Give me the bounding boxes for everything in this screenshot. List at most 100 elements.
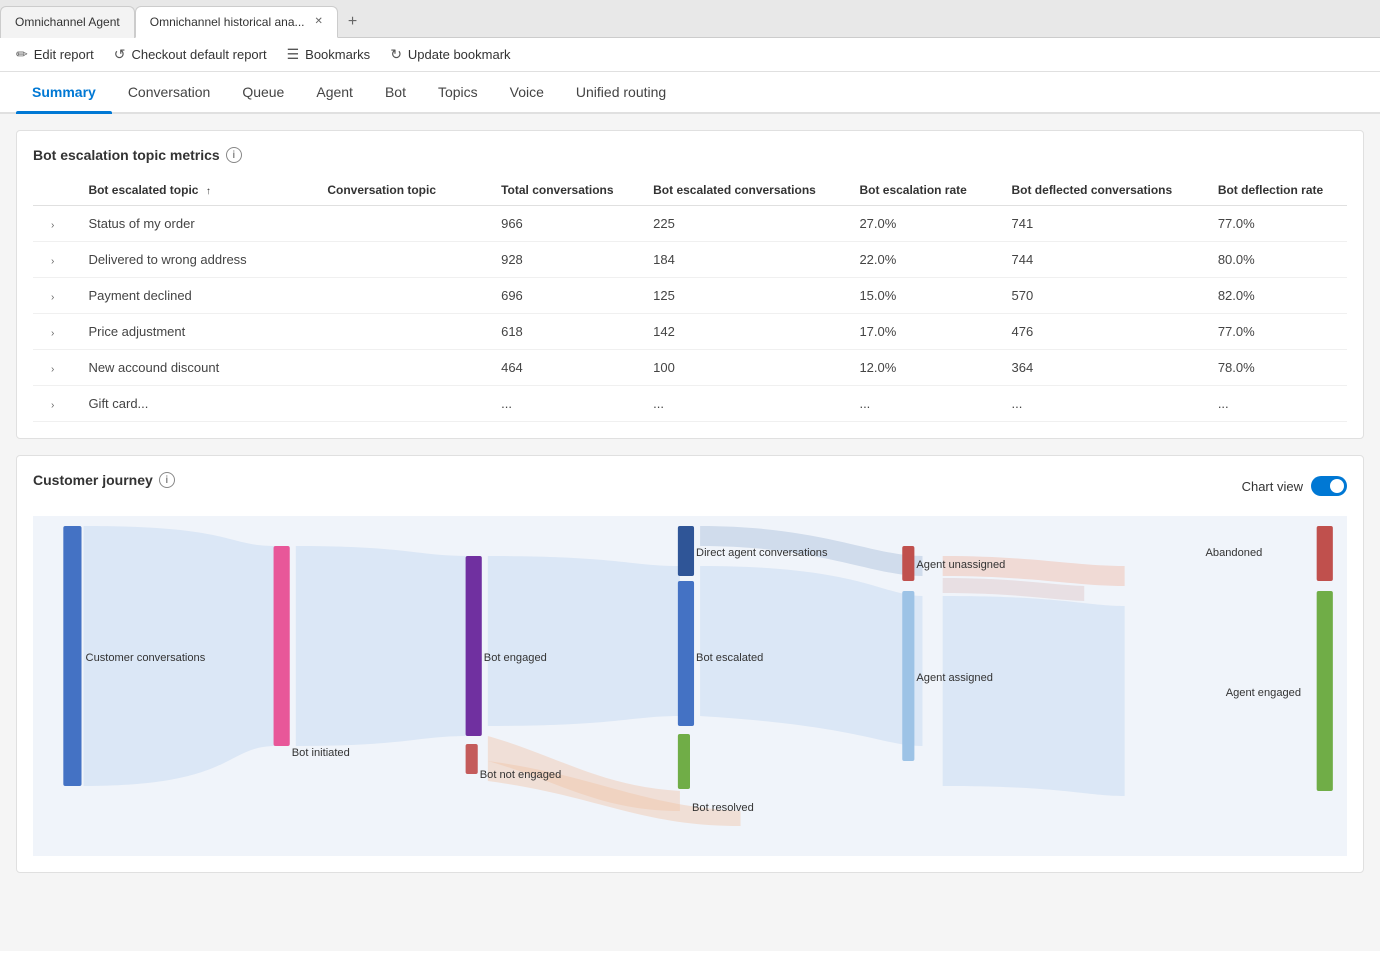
update-label: Update bookmark: [408, 47, 511, 62]
sankey-svg: Customer conversations Bot initiated Bot…: [33, 516, 1347, 856]
svg-text:Bot escalated: Bot escalated: [696, 652, 763, 664]
cell-total: 928: [489, 242, 641, 278]
tab-conversation[interactable]: Conversation: [112, 72, 227, 112]
bot-escalation-title: Bot escalation topic metrics i: [33, 147, 1347, 163]
bookmarks-label: Bookmarks: [305, 47, 370, 62]
cell-total: ...: [489, 386, 641, 422]
tab-omnichannel-agent[interactable]: Omnichannel Agent: [0, 6, 135, 38]
expand-icon[interactable]: ›: [45, 326, 60, 341]
svg-text:Bot engaged: Bot engaged: [484, 652, 547, 664]
col-header-deflected[interactable]: Bot deflected conversations: [999, 175, 1205, 206]
new-tab-button[interactable]: +: [338, 9, 367, 35]
tab-summary[interactable]: Summary: [16, 72, 112, 112]
update-bookmark-button[interactable]: ↻ Update bookmark: [390, 46, 510, 63]
svg-text:Direct agent conversations: Direct agent conversations: [696, 547, 828, 559]
svg-text:Bot not engaged: Bot not engaged: [480, 769, 562, 781]
cell-deflected: ...: [999, 386, 1205, 422]
tab-bot[interactable]: Bot: [369, 72, 422, 112]
bot-escalation-table: Bot escalated topic ↑ Conversation topic…: [33, 175, 1347, 422]
col-header-expand: [33, 175, 76, 206]
cell-defl-rate: 77.0%: [1206, 314, 1347, 350]
svg-text:Agent engaged: Agent engaged: [1226, 687, 1301, 699]
cell-deflected: 364: [999, 350, 1205, 386]
tab-queue[interactable]: Queue: [226, 72, 300, 112]
cell-escalated: 225: [641, 206, 847, 242]
cell-defl-rate: 78.0%: [1206, 350, 1347, 386]
cell-conv-topic: [315, 386, 489, 422]
customer-journey-card: Customer journey i Chart view: [16, 455, 1364, 873]
cell-defl-rate: ...: [1206, 386, 1347, 422]
cell-escalated: 142: [641, 314, 847, 350]
nav-tabs: Summary Conversation Queue Agent Bot Top…: [0, 72, 1380, 114]
toolbar: ✏ Edit report ↺ Checkout default report …: [0, 38, 1380, 72]
cell-deflected: 476: [999, 314, 1205, 350]
browser-tabs: Omnichannel Agent Omnichannel historical…: [0, 0, 1380, 38]
col-header-esc-rate[interactable]: Bot escalation rate: [847, 175, 999, 206]
cell-esc-rate: 15.0%: [847, 278, 999, 314]
tab-topics[interactable]: Topics: [422, 72, 494, 112]
col-header-defl-rate[interactable]: Bot deflection rate: [1206, 175, 1347, 206]
expand-icon[interactable]: ›: [45, 398, 60, 413]
cell-conv-topic: [315, 242, 489, 278]
svg-text:Customer conversations: Customer conversations: [86, 652, 206, 664]
cell-escalated: ...: [641, 386, 847, 422]
tab-agent[interactable]: Agent: [300, 72, 369, 112]
bot-escalation-table-container[interactable]: Bot escalated topic ↑ Conversation topic…: [33, 175, 1347, 422]
cell-conv-topic: [315, 350, 489, 386]
chart-view-switch[interactable]: [1311, 476, 1347, 496]
customer-journey-info-icon[interactable]: i: [159, 472, 175, 488]
edit-report-button[interactable]: ✏ Edit report: [16, 46, 94, 63]
node-direct-agent: [678, 526, 694, 576]
customer-journey-title: Customer journey i: [33, 472, 175, 488]
node-bot-initiated: [274, 546, 290, 746]
cell-topic: Delivered to wrong address: [76, 242, 315, 278]
node-agent-engaged: [1317, 591, 1333, 791]
tab-omnichannel-historical[interactable]: Omnichannel historical ana... ✕: [135, 6, 338, 38]
checkout-icon: ↺: [114, 46, 126, 63]
cell-topic: Payment declined: [76, 278, 315, 314]
cell-escalated: 184: [641, 242, 847, 278]
node-agent-unassigned: [902, 546, 914, 581]
cell-esc-rate: 17.0%: [847, 314, 999, 350]
sankey-chart: Customer conversations Bot initiated Bot…: [33, 516, 1347, 856]
table-row: › Gift card... ... ... ... ... ...: [33, 386, 1347, 422]
expand-icon[interactable]: ›: [45, 254, 60, 269]
cell-conv-topic: [315, 278, 489, 314]
col-header-conv-topic[interactable]: Conversation topic: [315, 175, 489, 206]
col-header-topic[interactable]: Bot escalated topic ↑: [76, 175, 315, 206]
table-row: › New accound discount 464 100 12.0% 364…: [33, 350, 1347, 386]
bot-escalation-card: Bot escalation topic metrics i Bot escal…: [16, 130, 1364, 439]
table-row: › Payment declined 696 125 15.0% 570 82.…: [33, 278, 1347, 314]
checkout-default-button[interactable]: ↺ Checkout default report: [114, 46, 267, 63]
sort-icon: ↑: [206, 186, 211, 197]
tab-close-icon[interactable]: ✕: [315, 16, 323, 27]
tab-label: Omnichannel Agent: [15, 15, 120, 29]
cell-esc-rate: ...: [847, 386, 999, 422]
table-row: › Price adjustment 618 142 17.0% 476 77.…: [33, 314, 1347, 350]
col-header-escalated[interactable]: Bot escalated conversations: [641, 175, 847, 206]
cell-topic: Price adjustment: [76, 314, 315, 350]
table-row: › Status of my order 966 225 27.0% 741 7…: [33, 206, 1347, 242]
node-bot-engaged: [466, 556, 482, 736]
col-header-total[interactable]: Total conversations: [489, 175, 641, 206]
svg-text:Bot resolved: Bot resolved: [692, 802, 754, 814]
expand-icon[interactable]: ›: [45, 218, 60, 233]
cell-defl-rate: 80.0%: [1206, 242, 1347, 278]
svg-text:Abandoned: Abandoned: [1205, 547, 1262, 559]
cell-conv-topic: [315, 206, 489, 242]
journey-header: Customer journey i Chart view: [33, 472, 1347, 500]
chart-view-label: Chart view: [1242, 479, 1303, 494]
tab-unified-routing[interactable]: Unified routing: [560, 72, 682, 112]
expand-icon[interactable]: ›: [45, 362, 60, 377]
node-agent-assigned: [902, 591, 914, 761]
cell-deflected: 744: [999, 242, 1205, 278]
tab-voice[interactable]: Voice: [494, 72, 560, 112]
cell-escalated: 100: [641, 350, 847, 386]
edit-report-label: Edit report: [34, 47, 94, 62]
bot-escalation-info-icon[interactable]: i: [226, 147, 242, 163]
expand-icon[interactable]: ›: [45, 290, 60, 305]
checkout-label: Checkout default report: [131, 47, 266, 62]
cell-topic: New accound discount: [76, 350, 315, 386]
bookmarks-button[interactable]: ☰ Bookmarks: [287, 46, 371, 63]
node-bot-escalated: [678, 581, 694, 726]
